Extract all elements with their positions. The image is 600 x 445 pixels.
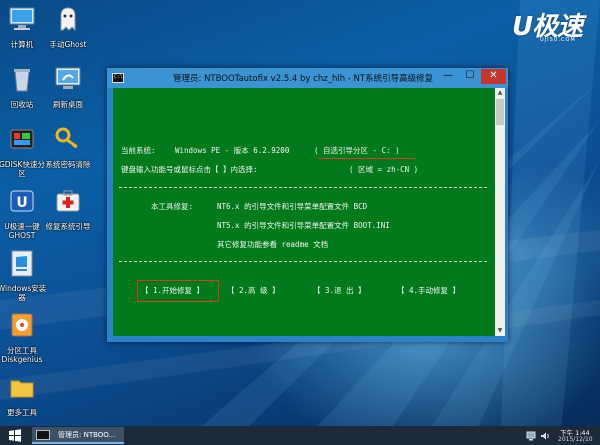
boot-partition-link[interactable]: ( 自选引导分区 - C: ): [314, 146, 400, 156]
system-tray: 下午 1:44 2015/12/10: [522, 428, 600, 445]
option-exit[interactable]: 【 3.退 出 】: [313, 286, 366, 296]
repair-nt6-line: NT6.x 的引导文件和引导菜单配置文件 BCD: [217, 202, 368, 211]
option-manual-repair[interactable]: 【 4.手动修复 】: [397, 286, 460, 296]
desktop-icon-label: GDISK快速分区: [0, 160, 45, 178]
console-task-icon: [36, 430, 50, 440]
ghost-icon: [60, 7, 76, 32]
locale-info: ( 区域 = zh-CN ): [349, 165, 419, 174]
computer-icon: [9, 7, 35, 30]
volume-icon[interactable]: [540, 431, 550, 441]
partition-underline: [318, 158, 415, 159]
key-icon: [55, 127, 78, 149]
refresh-desktop-icon: [55, 67, 81, 89]
desktop-icon-password-clear[interactable]: 系统密码清除: [42, 124, 94, 169]
minimize-button[interactable]: —: [437, 69, 459, 84]
desktop-icon-gdisk[interactable]: GDISK快速分区: [0, 124, 48, 178]
option-advanced[interactable]: 【 2.高 级 】: [227, 286, 280, 296]
console-scrollbar[interactable]: ▲ ▼: [495, 88, 505, 336]
desktop-icon-more-tools[interactable]: 更多工具: [0, 372, 48, 417]
desktop-icon-ujisu-ghost[interactable]: U U极速一键GHOST: [0, 186, 48, 240]
desktop-icon-manual-ghost[interactable]: 手动Ghost: [42, 4, 94, 49]
start-repair-highlight: [137, 280, 219, 302]
windows-installer-icon: [11, 250, 33, 277]
ntbootautofix-window[interactable]: C:\ 管理员: NTBOOTautofix v2.5.4 by chz_hlh…: [107, 68, 508, 342]
folder-icon: [10, 380, 34, 398]
desktop-icon-label: 回收站: [10, 100, 34, 109]
console-area[interactable]: 当前系统: Windows PE - 版本 6.2.9200 ( 自选引导分区 …: [113, 88, 495, 336]
desktop-icon-diskgenius[interactable]: 分区工具Diskgenius: [0, 310, 48, 364]
first-aid-kit-icon: [56, 190, 80, 212]
desktop-icon-label: 更多工具: [7, 408, 37, 417]
current-system-label: 当前系统:: [121, 146, 156, 155]
gdisk-icon: [10, 129, 34, 149]
desktop: 计算机 回收站 GDISK快速分区 U U极速一键GHOST Windows安装…: [0, 0, 600, 445]
recycle-bin-icon: [14, 69, 30, 92]
divider-bottom: [119, 261, 487, 262]
current-system-value: Windows PE - 版本 6.2.9200: [175, 146, 290, 155]
logo-subtext: UJISU.COM: [540, 37, 576, 43]
ghost-restore-icon: U: [10, 190, 34, 212]
svg-text:U: U: [16, 195, 27, 211]
maximize-button[interactable]: ☐: [459, 69, 481, 84]
ujisu-logo: U极速 UJISU.COM: [512, 6, 598, 50]
desktop-icon-recycle-bin[interactable]: 回收站: [0, 64, 48, 109]
desktop-icon-label: U极速一键GHOST: [4, 222, 40, 240]
repair-other-line: 其它修复功能参看 readme 文档: [217, 240, 329, 249]
desktop-icon-label: 手动Ghost: [49, 40, 87, 49]
divider-top: [119, 187, 487, 188]
console-app-icon: C:\: [112, 73, 124, 83]
desktop-icon-label: 修复系统引导: [45, 222, 91, 231]
scrollbar-thumb[interactable]: [496, 99, 504, 125]
desktop-icon-label: 计算机: [10, 40, 34, 49]
scroll-up-icon[interactable]: ▲: [495, 88, 505, 98]
desktop-icon-label: Windows安装器: [0, 284, 47, 302]
repair-label: 本工具修复:: [151, 202, 194, 211]
window-title: 管理员: NTBOOTautofix v2.5.4 by chz_hlh - N…: [173, 74, 434, 84]
desktop-icon-label: 分区工具Diskgenius: [1, 346, 43, 364]
diskgenius-icon: [11, 313, 33, 337]
desktop-icon-label: 系统密码清除: [45, 160, 91, 169]
windows-start-icon[interactable]: [0, 426, 30, 445]
network-icon[interactable]: [526, 431, 536, 441]
desktop-icon-computer[interactable]: 计算机: [0, 4, 48, 49]
taskbar-item-console[interactable]: 管理员: NTBOO...: [32, 427, 124, 444]
keyboard-prompt: 键盘输入功能号或鼠标点击【 】内选择:: [121, 165, 258, 174]
desktop-icon-refresh-desktop[interactable]: 刷新桌面: [42, 64, 94, 109]
scroll-down-icon[interactable]: ▼: [495, 326, 505, 336]
taskbar: 管理员: NTBOO... 下午 1:44 2015/12/10: [0, 426, 600, 445]
desktop-icon-windows-installer[interactable]: Windows安装器: [0, 248, 48, 302]
desktop-icon-repair-boot[interactable]: 修复系统引导: [42, 186, 94, 231]
window-titlebar[interactable]: C:\ 管理员: NTBOOTautofix v2.5.4 by chz_hlh…: [107, 68, 508, 88]
desktop-icon-label: 刷新桌面: [53, 100, 83, 109]
repair-nt5-line: NT5.x 的引导文件和引导菜单配置文件 BOOT.INI: [217, 221, 390, 230]
taskbar-item-label: 管理员: NTBOO...: [58, 431, 116, 439]
close-button[interactable]: ✕: [481, 69, 506, 84]
clock-date[interactable]: 2015/12/10: [558, 436, 593, 443]
